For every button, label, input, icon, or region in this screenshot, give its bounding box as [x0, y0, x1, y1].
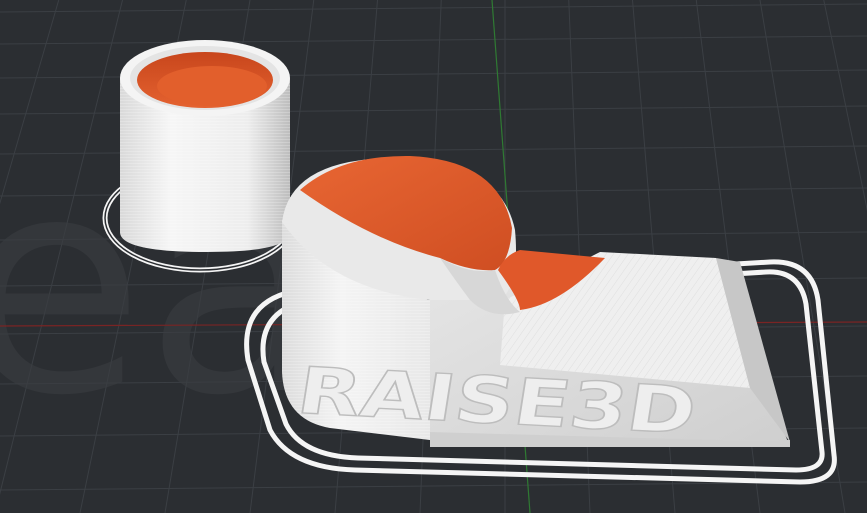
grid-line — [0, 3, 867, 13]
grid-line — [0, 35, 867, 45]
cup-model[interactable] — [120, 40, 290, 252]
scene-canvas[interactable]: ea RAISE3D — [0, 0, 867, 513]
grid-line — [0, 481, 867, 491]
base-model[interactable]: RAISE3D — [282, 155, 790, 450]
3d-viewport[interactable]: ea RAISE3D — [0, 0, 867, 513]
